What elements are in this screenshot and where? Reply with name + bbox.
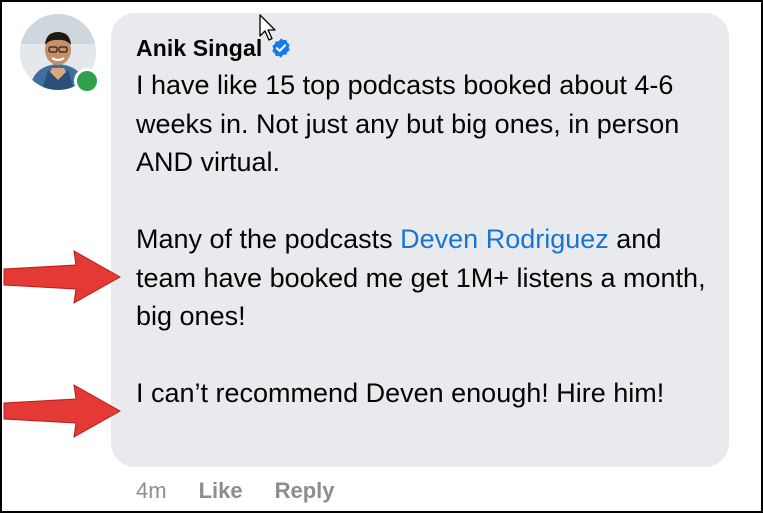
paragraph-2-lead: Many of the podcasts — [136, 224, 401, 254]
author-name[interactable]: Anik Singal — [136, 35, 262, 62]
online-status-icon — [74, 68, 100, 94]
comment-actions: 4m Like Reply — [136, 478, 335, 504]
comment-paragraph-1: I have like 15 top podcasts booked about… — [136, 70, 680, 177]
mouse-cursor-icon — [259, 14, 276, 41]
comment-body: I have like 15 top podcasts booked about… — [136, 66, 711, 413]
like-button[interactable]: Like — [199, 478, 243, 504]
timestamp[interactable]: 4m — [136, 478, 167, 504]
red-arrow-icon — [3, 384, 122, 438]
comment-paragraph-3: I can’t recommend Deven enough! Hire him… — [136, 378, 665, 408]
mention-link[interactable]: Deven Rodriguez — [400, 224, 609, 254]
red-arrow-icon — [3, 250, 122, 304]
comment-paragraph-2: Many of the podcasts Deven Rodriguez and… — [136, 220, 711, 336]
reply-button[interactable]: Reply — [275, 478, 335, 504]
